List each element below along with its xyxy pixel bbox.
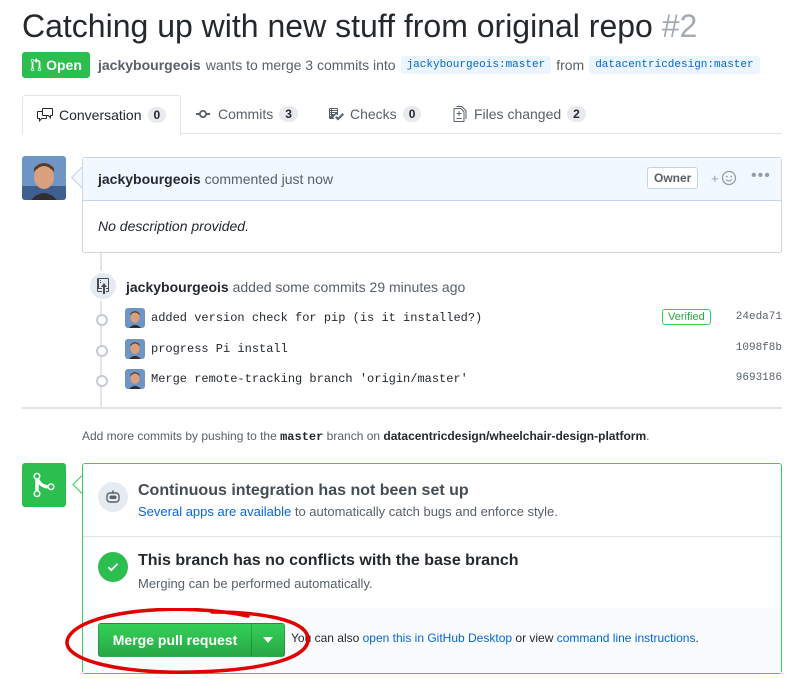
commit-message[interactable]: progress Pi install xyxy=(151,342,288,356)
conflict-subtitle: Merging can be performed automatically. xyxy=(138,576,373,591)
tab-label: Commits xyxy=(218,106,274,122)
open-github-desktop-link[interactable]: open this in GitHub Desktop xyxy=(363,631,512,645)
commit-sha[interactable]: 9693186 xyxy=(736,372,782,384)
robot-icon xyxy=(98,482,128,512)
pr-title: Catching up with new stuff from original… xyxy=(22,6,697,46)
tab-label: Conversation xyxy=(59,107,142,123)
ci-rest: to automatically catch bugs and enforce … xyxy=(294,504,558,519)
comment-body: No description provided. xyxy=(98,218,249,234)
comment-discussion-icon xyxy=(37,108,53,122)
several-apps-link[interactable]: Several apps are available xyxy=(138,504,291,519)
hint-repo: datacentricdesign/wheelchair-design-plat… xyxy=(383,429,647,443)
pr-meta-text: wants to merge 3 commits into xyxy=(205,57,396,73)
tab-count: 3 xyxy=(279,106,298,122)
check-icon xyxy=(98,552,128,582)
commit-row: progress Pi install 1098f8b xyxy=(92,337,782,363)
comment-action[interactable]: commented just now xyxy=(205,171,333,187)
ci-section: Continuous integration has not been set … xyxy=(83,464,781,537)
hint-suffix: . xyxy=(646,429,650,443)
tab-conversation[interactable]: Conversation 0 xyxy=(22,95,182,135)
repo-push-icon xyxy=(88,271,118,301)
merge-alternatives: You can also open this in GitHub Desktop… xyxy=(291,631,699,645)
merge-footer: Merge pull request You can also open thi… xyxy=(83,608,781,673)
commit-row: added version check for pip (is it insta… xyxy=(92,306,782,332)
tab-count: 0 xyxy=(147,107,167,123)
ci-subtitle: Several apps are available to automatica… xyxy=(138,504,558,519)
commit-dot-icon xyxy=(96,314,108,326)
footer-middle: or view xyxy=(515,631,554,645)
plus-icon: + xyxy=(711,170,719,186)
comment-box: jackybourgeois commented just now Owner … xyxy=(82,157,782,253)
owner-badge: Owner xyxy=(647,167,699,189)
hint-middle: branch on xyxy=(326,429,381,443)
from-text: from xyxy=(556,57,585,73)
merge-pull-request-button[interactable]: Merge pull request xyxy=(98,623,252,657)
avatar-image xyxy=(22,156,66,200)
checklist-icon xyxy=(329,108,344,121)
base-branch[interactable]: jackybourgeois:master xyxy=(400,56,552,74)
comment-author[interactable]: jackybourgeois xyxy=(98,171,201,187)
merge-box: Continuous integration has not been set … xyxy=(82,463,782,674)
commit-message[interactable]: Merge remote-tracking branch 'origin/mas… xyxy=(151,372,468,386)
add-reaction-button[interactable]: + xyxy=(711,170,737,186)
kebab-icon[interactable]: ••• xyxy=(751,167,771,185)
commit-dot-icon xyxy=(96,345,108,357)
avatar[interactable] xyxy=(22,156,66,200)
git-merge-icon xyxy=(22,463,66,507)
tab-count: 0 xyxy=(402,106,422,122)
commit-avatar[interactable] xyxy=(125,308,145,328)
status-badge: Open xyxy=(22,52,90,78)
commit-avatar[interactable] xyxy=(125,369,145,389)
tab-count: 2 xyxy=(567,106,586,122)
push-event-text: added some commits 29 minutes ago xyxy=(232,279,466,295)
commit-row: Merge remote-tracking branch 'origin/mas… xyxy=(92,367,782,393)
commit-dot-icon xyxy=(96,375,108,387)
push-author[interactable]: jackybourgeois xyxy=(126,279,229,295)
verified-badge[interactable]: Verified xyxy=(662,309,711,325)
comment-author-line: jackybourgeois commented just now xyxy=(98,171,333,187)
ci-title: Continuous integration has not been set … xyxy=(138,482,469,499)
comment-header: jackybourgeois commented just now Owner … xyxy=(83,158,781,201)
push-event: jackybourgeois added some commits 29 min… xyxy=(126,279,465,295)
status-label: Open xyxy=(46,57,82,73)
footer-prefix: You can also xyxy=(291,631,360,645)
command-line-instructions-link[interactable]: command line instructions xyxy=(557,631,696,645)
pr-author-link[interactable]: jackybourgeois xyxy=(98,57,201,73)
tab-label: Files changed xyxy=(474,106,562,122)
git-pull-request-icon xyxy=(30,58,42,72)
tab-files-changed[interactable]: Files changed 2 xyxy=(452,95,586,133)
conflict-title: This branch has no conflicts with the ba… xyxy=(138,552,519,569)
smiley-icon xyxy=(721,170,736,186)
timeline-divider xyxy=(22,407,782,409)
footer-suffix: . xyxy=(695,631,699,645)
commit-avatar[interactable] xyxy=(125,339,145,359)
triangle-down-icon xyxy=(263,637,273,643)
hint-prefix: Add more commits by pushing to the xyxy=(82,429,277,443)
pr-title-text: Catching up with new stuff from original… xyxy=(22,8,653,44)
tab-checks[interactable]: Checks 0 xyxy=(328,95,422,133)
head-branch[interactable]: datacentricdesign:master xyxy=(589,56,760,74)
commit-icon xyxy=(196,110,210,118)
commit-message[interactable]: added version check for pip (is it insta… xyxy=(151,311,482,325)
pr-tabs: Conversation 0 Commits 3 Checks 0 Files … xyxy=(22,95,782,135)
commit-sha[interactable]: 24eda71 xyxy=(736,311,782,323)
tab-label: Checks xyxy=(350,106,397,122)
pr-meta: jackybourgeois wants to merge 3 commits … xyxy=(98,56,760,74)
merge-method-dropdown[interactable] xyxy=(251,623,285,657)
file-diff-icon xyxy=(453,106,467,122)
add-more-commits-hint: Add more commits by pushing to the maste… xyxy=(82,429,649,444)
commit-sha[interactable]: 1098f8b xyxy=(736,342,782,354)
hint-branch: master xyxy=(280,430,324,444)
tab-commits[interactable]: Commits 3 xyxy=(196,95,298,133)
conflict-section: This branch has no conflicts with the ba… xyxy=(83,536,781,609)
pr-number: #2 xyxy=(661,8,698,44)
